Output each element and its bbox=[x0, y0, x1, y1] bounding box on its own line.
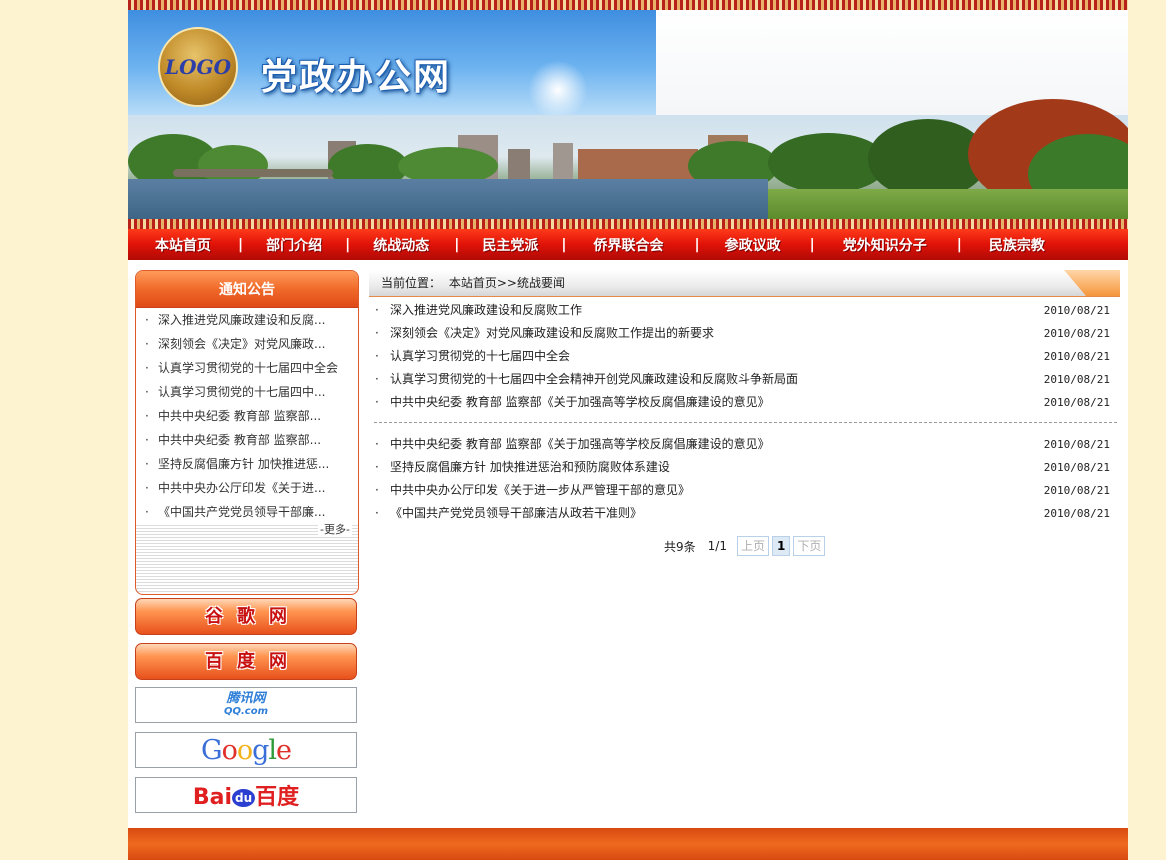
notice-item[interactable]: · 坚持反腐倡廉方针 加快推进惩... bbox=[136, 452, 358, 476]
news-item[interactable]: · 中共中央办公厅印发《关于进一步从严管理干部的意见》 2010/08/21 bbox=[369, 479, 1120, 502]
more-link[interactable]: -更多- bbox=[318, 521, 352, 537]
qq-link[interactable]: 腾讯网 QQ.com bbox=[135, 687, 357, 723]
site-title: 党政办公网 bbox=[261, 57, 452, 98]
news-item[interactable]: · 深刻领会《决定》对党风廉政建设和反腐败工作提出的新要求 2010/08/21 bbox=[369, 322, 1120, 345]
news-item[interactable]: · 认真学习贯彻党的十七届四中全会 2010/08/21 bbox=[369, 345, 1120, 368]
notice-item[interactable]: · 中共中央办公厅印发《关于进... bbox=[136, 476, 358, 500]
breadcrumb-bar: 当前位置： 本站首页>>统战要闻 bbox=[369, 270, 1120, 297]
notice-list: · 深入推进党风廉政建设和反腐... · 深刻领会《决定》对党风廉政... · 认真学… bbox=[136, 308, 358, 524]
news-item[interactable]: · 《中国共产党党员领导干部廉洁从政若干准则》 2010/08/21 bbox=[369, 502, 1120, 525]
news-title[interactable]: 中共中央纪委 教育部 监察部《关于加强高等学校反腐倡廉建设的意见》 bbox=[390, 433, 770, 456]
baidu-logo: Bai du 百度 bbox=[192, 785, 300, 810]
notice-item[interactable]: · 中共中央纪委 教育部 监察部... bbox=[136, 404, 358, 428]
nav-home[interactable]: 本站首页 bbox=[150, 235, 216, 255]
nav-democratic-parties[interactable]: 民主党派 bbox=[477, 235, 543, 255]
nav-united-front-news[interactable]: 统战动态 bbox=[368, 235, 434, 255]
news-item[interactable]: · 中共中央纪委 教育部 监察部《关于加强高等学校反腐倡廉建设的意见》 2010/0… bbox=[369, 391, 1120, 414]
nav-non-party-intellectuals[interactable]: 党外知识分子 bbox=[835, 235, 935, 255]
current-page[interactable]: 1 bbox=[771, 536, 791, 556]
news-date: 2010/08/21 bbox=[1043, 461, 1110, 474]
news-date: 2010/08/21 bbox=[1043, 350, 1110, 363]
news-item[interactable]: · 坚持反腐倡廉方针 加快推进惩治和预防腐败体系建设 2010/08/21 bbox=[369, 456, 1120, 479]
news-item[interactable]: · 深入推进党风廉政建设和反腐败工作 2010/08/21 bbox=[369, 299, 1120, 322]
dashed-divider bbox=[374, 422, 1117, 423]
breadcrumb: 当前位置： 本站首页>>统战要闻 bbox=[381, 276, 565, 290]
nav-departments[interactable]: 部门介绍 bbox=[261, 235, 327, 255]
pager-page-info: 1/1 bbox=[707, 539, 727, 553]
notice-item[interactable]: · 深刻领会《决定》对党风廉政... bbox=[136, 332, 358, 356]
baidu-link[interactable]: Bai du 百度 bbox=[135, 777, 357, 813]
bridge bbox=[173, 169, 333, 177]
decorative-border-bottom bbox=[128, 219, 1128, 229]
nav-separator: | bbox=[956, 236, 962, 253]
news-date: 2010/08/21 bbox=[1043, 327, 1110, 340]
notice-panel: 通知公告 · 深入推进党风廉政建设和反腐... · 深刻领会《决定》对党风廉政...… bbox=[135, 270, 359, 595]
news-date: 2010/08/21 bbox=[1043, 484, 1110, 497]
paw-icon: du bbox=[232, 789, 256, 807]
notice-title: 通知公告 bbox=[136, 271, 358, 308]
news-title[interactable]: 认真学习贯彻党的十七届四中全会 bbox=[390, 345, 570, 368]
nav-separator: | bbox=[561, 236, 567, 253]
banner-photo bbox=[128, 99, 1128, 219]
site-logo[interactable]: LOGO bbox=[158, 27, 238, 107]
pager-total: 共9条 bbox=[664, 539, 696, 554]
google-link[interactable]: Google bbox=[135, 732, 357, 768]
news-date: 2010/08/21 bbox=[1043, 438, 1110, 451]
news-title[interactable]: 《中国共产党党员领导干部廉洁从政若干准则》 bbox=[390, 502, 642, 525]
footer-bar bbox=[128, 828, 1128, 860]
nav-separator: | bbox=[238, 236, 244, 253]
page: LOGO 党政办公网 本站首页 | 部门介绍 | 统战动态 | 民主党派 | 侨… bbox=[128, 0, 1128, 860]
pagination: 共9条 1/1 上页 1 下页 bbox=[664, 536, 828, 556]
news-date: 2010/08/21 bbox=[1043, 304, 1110, 317]
nav-separator: | bbox=[694, 236, 700, 253]
prev-page-button[interactable]: 上页 bbox=[736, 536, 769, 556]
nav-political-participation[interactable]: 参政议政 bbox=[720, 235, 786, 255]
nav-overseas-chinese[interactable]: 侨界联合会 bbox=[587, 235, 671, 255]
google-logo: Google bbox=[200, 734, 292, 766]
news-title[interactable]: 中共中央纪委 教育部 监察部《关于加强高等学校反腐倡廉建设的意见》 bbox=[390, 391, 770, 414]
logo-text: LOGO bbox=[165, 55, 231, 79]
next-page-button[interactable]: 下页 bbox=[793, 536, 826, 556]
news-list-1: · 深入推进党风廉政建设和反腐败工作 2010/08/21 · 深刻领会《决定》对党风… bbox=[369, 299, 1120, 414]
nav-ethnic-religion[interactable]: 民族宗教 bbox=[984, 235, 1050, 255]
news-date: 2010/08/21 bbox=[1043, 373, 1110, 386]
notice-item[interactable]: · 认真学习贯彻党的十七届四中全会 bbox=[136, 356, 358, 380]
baidu-button[interactable]: 百度网 bbox=[135, 643, 357, 680]
news-title[interactable]: 深入推进党风廉政建设和反腐败工作 bbox=[390, 299, 582, 322]
breadcrumb-corner bbox=[1064, 270, 1120, 296]
news-item[interactable]: · 认真学习贯彻党的十七届四中全会精神开创党风廉政建设和反腐败斗争新局面 2010/… bbox=[369, 368, 1120, 391]
notice-item[interactable]: · 中共中央纪委 教育部 监察部... bbox=[136, 428, 358, 452]
decorative-border-top bbox=[128, 0, 1128, 10]
news-list-2: · 中共中央纪委 教育部 监察部《关于加强高等学校反腐倡廉建设的意见》 2010/0… bbox=[369, 433, 1120, 525]
nav-separator: | bbox=[345, 236, 351, 253]
qq-logo: 腾讯网 QQ.com bbox=[223, 691, 269, 717]
news-title[interactable]: 中共中央办公厅印发《关于进一步从严管理干部的意见》 bbox=[390, 479, 690, 502]
header-banner: LOGO 党政办公网 bbox=[128, 0, 1128, 229]
breadcrumb-path[interactable]: 本站首页>>统战要闻 bbox=[449, 276, 565, 290]
nav-separator: | bbox=[454, 236, 460, 253]
notice-item[interactable]: · 深入推进党风廉政建设和反腐... bbox=[136, 308, 358, 332]
news-date: 2010/08/21 bbox=[1043, 507, 1110, 520]
main-nav: 本站首页 | 部门介绍 | 统战动态 | 民主党派 | 侨界联合会 | 参政议政… bbox=[128, 229, 1128, 260]
nav-separator: | bbox=[809, 236, 815, 253]
notice-item[interactable]: · 认真学习贯彻党的十七届四中... bbox=[136, 380, 358, 404]
google-cn-button[interactable]: 谷歌网 bbox=[135, 598, 357, 635]
news-date: 2010/08/21 bbox=[1043, 396, 1110, 409]
news-title[interactable]: 认真学习贯彻党的十七届四中全会精神开创党风廉政建设和反腐败斗争新局面 bbox=[390, 368, 798, 391]
news-item[interactable]: · 中共中央纪委 教育部 监察部《关于加强高等学校反腐倡廉建设的意见》 2010/0… bbox=[369, 433, 1120, 456]
news-title[interactable]: 深刻领会《决定》对党风廉政建设和反腐败工作提出的新要求 bbox=[390, 322, 714, 345]
news-title[interactable]: 坚持反腐倡廉方针 加快推进惩治和预防腐败体系建设 bbox=[390, 456, 670, 479]
